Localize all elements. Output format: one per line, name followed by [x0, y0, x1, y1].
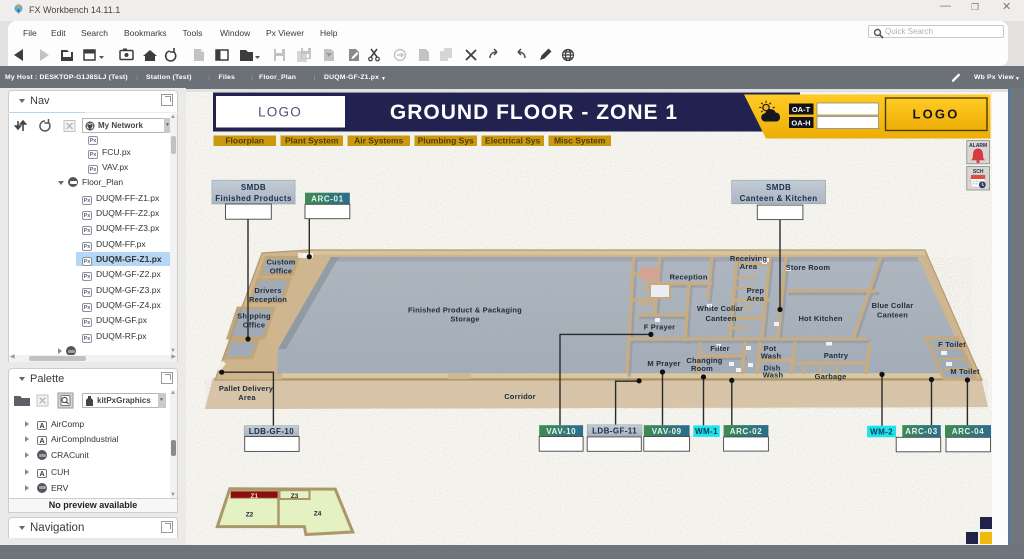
svg-text:WM-1: WM-1 — [695, 427, 718, 436]
svg-text:Filter: Filter — [710, 344, 730, 353]
svg-text:Office: Office — [243, 321, 265, 330]
svg-text:ARC-01: ARC-01 — [311, 195, 344, 204]
svg-text:SMDB: SMDB — [766, 183, 791, 192]
svg-text:Air Systems: Air Systems — [354, 136, 403, 146]
svg-text:White Collar: White Collar — [697, 304, 743, 313]
svg-text:ALARM: ALARM — [969, 143, 987, 149]
svg-text:Area: Area — [740, 262, 758, 271]
svg-text:Wash: Wash — [761, 352, 782, 361]
svg-text:Finished Products: Finished Products — [215, 194, 292, 203]
svg-text:Office: Office — [270, 267, 292, 276]
svg-text:Plant System: Plant System — [285, 136, 339, 146]
svg-text:Reception: Reception — [249, 295, 287, 304]
svg-text:Garbage: Garbage — [815, 372, 847, 381]
svg-text:VAV-09: VAV-09 — [652, 427, 682, 436]
svg-text:ARC-02: ARC-02 — [730, 427, 763, 436]
svg-text:Wash: Wash — [763, 371, 784, 380]
svg-text:Z4: Z4 — [314, 511, 322, 518]
svg-text:ARC-04: ARC-04 — [952, 427, 985, 436]
svg-text:Drivers: Drivers — [254, 286, 281, 295]
svg-text:Pallet Delivery: Pallet Delivery — [219, 384, 274, 393]
svg-text:Electrical Sys: Electrical Sys — [485, 136, 541, 146]
svg-text:Area: Area — [238, 393, 256, 402]
svg-text:LDB-GF-10: LDB-GF-10 — [249, 427, 295, 436]
svg-text:Canteen: Canteen — [877, 311, 908, 320]
svg-text:Room: Room — [691, 364, 713, 373]
svg-text:Shipping: Shipping — [237, 312, 271, 321]
svg-text:LOGO: LOGO — [912, 107, 959, 122]
svg-text:Misc System: Misc System — [554, 136, 606, 146]
svg-text:F Toilet: F Toilet — [938, 340, 966, 349]
svg-text:Plumbing Sys: Plumbing Sys — [418, 136, 474, 146]
svg-text:Reception: Reception — [670, 273, 708, 282]
svg-text:GROUND FLOOR - ZONE 1: GROUND FLOOR - ZONE 1 — [390, 101, 678, 124]
svg-text:WM-2: WM-2 — [870, 427, 893, 436]
svg-text:M Toilet: M Toilet — [950, 367, 980, 376]
svg-text:OA-H: OA-H — [791, 118, 810, 127]
svg-text:LOGO: LOGO — [258, 105, 302, 120]
svg-text:SMDB: SMDB — [241, 183, 266, 192]
svg-text:Corridor: Corridor — [504, 392, 536, 401]
svg-text:Store Room: Store Room — [786, 263, 831, 272]
svg-text:Pantry: Pantry — [824, 351, 849, 360]
svg-text:F Prayer: F Prayer — [644, 323, 676, 332]
svg-text:Z1: Z1 — [251, 493, 259, 500]
svg-text:Storage: Storage — [450, 315, 479, 324]
svg-text:LDB-GF-11: LDB-GF-11 — [592, 427, 637, 436]
svg-text:ARC-03: ARC-03 — [905, 427, 938, 436]
svg-text:M Prayer: M Prayer — [647, 359, 680, 368]
svg-text:Area: Area — [747, 294, 765, 303]
svg-text:Canteen & Kitchen: Canteen & Kitchen — [740, 194, 818, 203]
svg-text:Hot Kitchen: Hot Kitchen — [798, 314, 843, 323]
svg-text:SCH: SCH — [973, 169, 984, 175]
svg-text:Floorplan: Floorplan — [225, 136, 264, 146]
svg-text:Finished Product & Packaging: Finished Product & Packaging — [408, 306, 522, 315]
svg-text:Z3: Z3 — [291, 493, 299, 500]
svg-text:Canteen: Canteen — [706, 314, 737, 323]
svg-text:Custom: Custom — [266, 258, 295, 267]
svg-text:Z2: Z2 — [246, 512, 254, 519]
svg-text:Blue Collar: Blue Collar — [872, 301, 914, 310]
svg-text:OA-T: OA-T — [792, 105, 811, 114]
svg-text:VAV-10: VAV-10 — [546, 427, 576, 436]
